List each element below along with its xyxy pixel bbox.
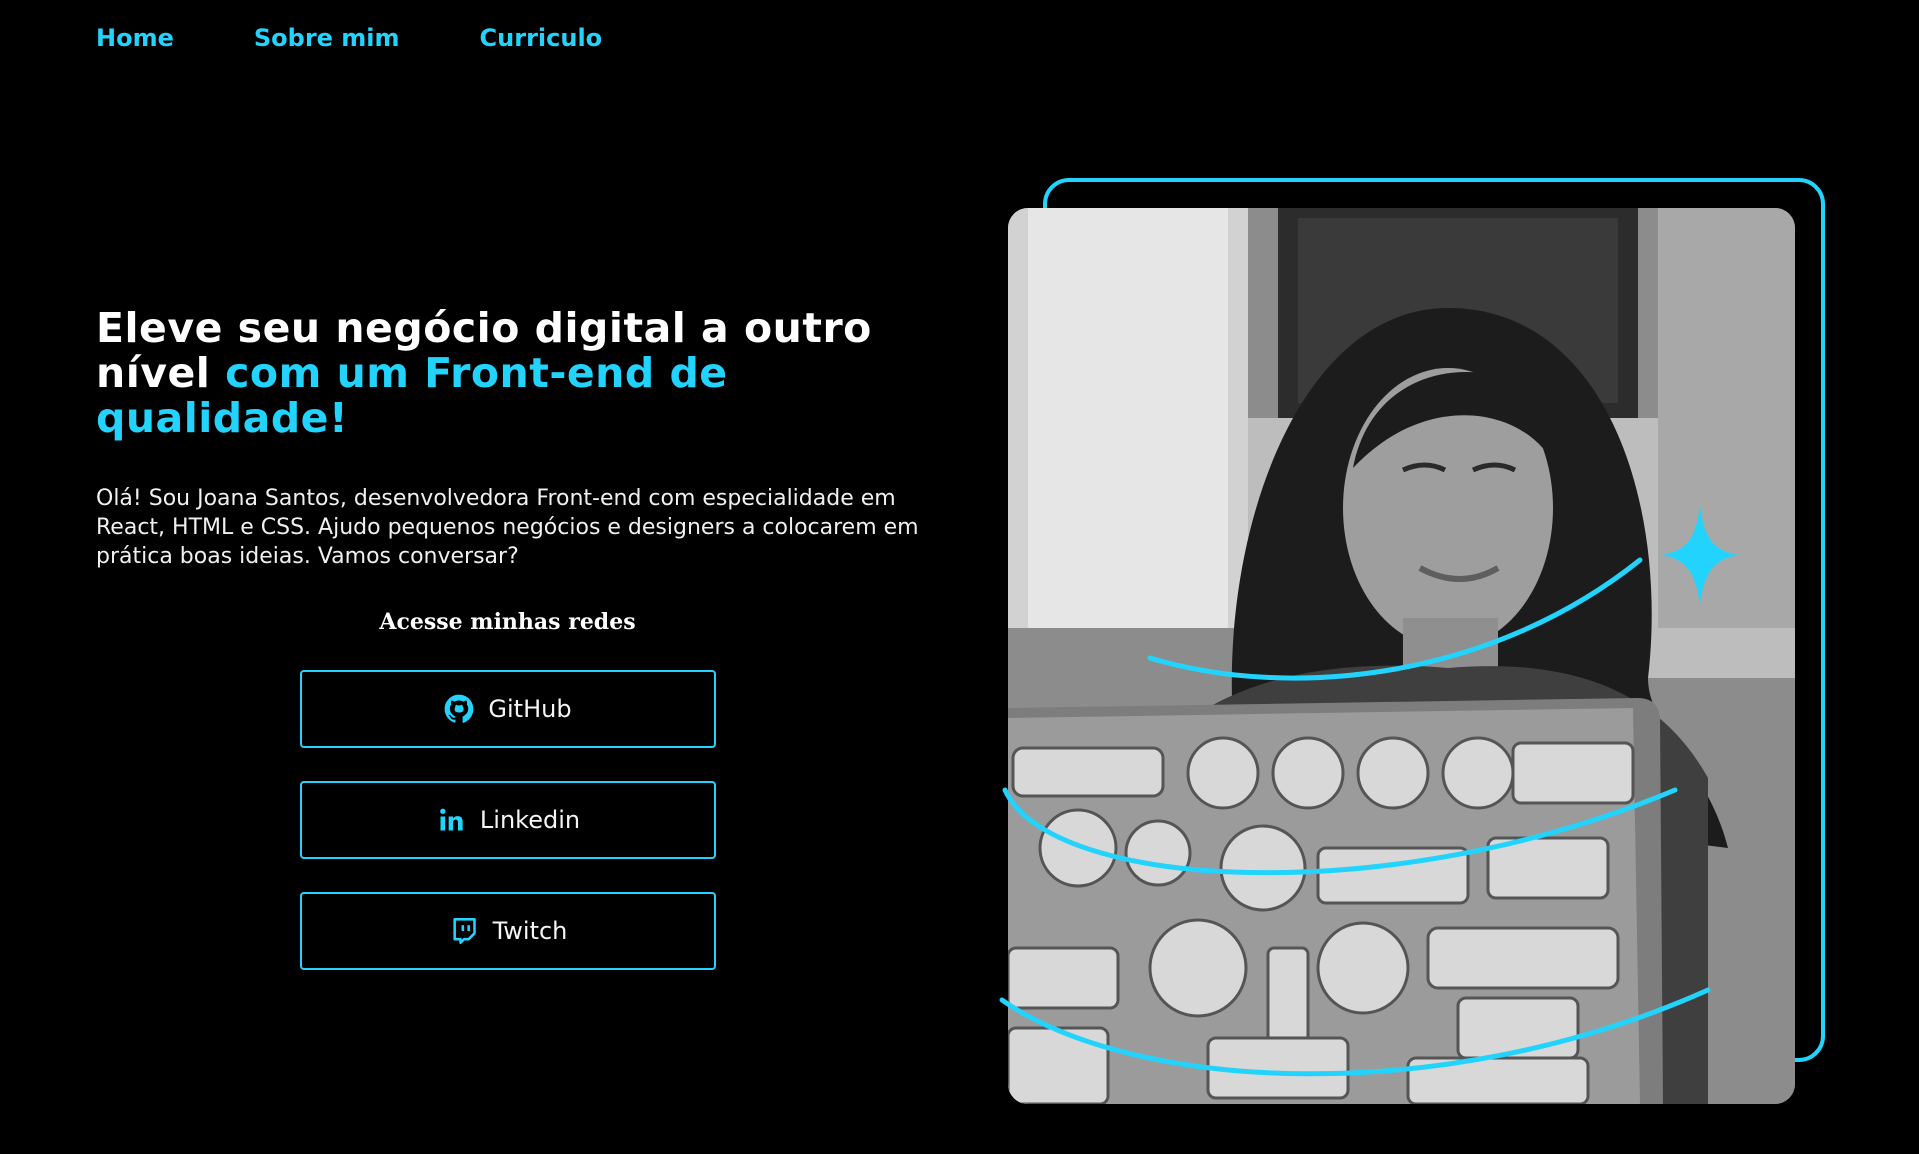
github-label: GitHub: [488, 695, 572, 723]
linkedin-button[interactable]: Linkedin: [300, 781, 716, 859]
twitch-icon: [449, 916, 479, 946]
nav-home[interactable]: Home: [96, 24, 174, 52]
nav-sobre-mim[interactable]: Sobre mim: [254, 24, 400, 52]
linkedin-icon: [436, 805, 466, 835]
github-icon: [444, 694, 474, 724]
twitch-label: Twitch: [492, 917, 568, 945]
top-nav: Home Sobre mim Curriculo: [96, 24, 602, 52]
hero-intro: Olá! Sou Joana Santos, desenvolvedora Fr…: [96, 486, 919, 569]
page: Home Sobre mim Curriculo Eleve seu negóc…: [0, 0, 1919, 1154]
twitch-button[interactable]: Twitch: [300, 892, 716, 970]
social-title: Acesse minhas redes: [379, 609, 636, 635]
nav-curriculo[interactable]: Curriculo: [480, 24, 603, 52]
profile-photo: [1008, 208, 1795, 1104]
github-button[interactable]: GitHub: [300, 670, 716, 748]
hero-headline: Eleve seu negócio digital a outro nível …: [96, 306, 926, 441]
linkedin-label: Linkedin: [479, 806, 581, 834]
